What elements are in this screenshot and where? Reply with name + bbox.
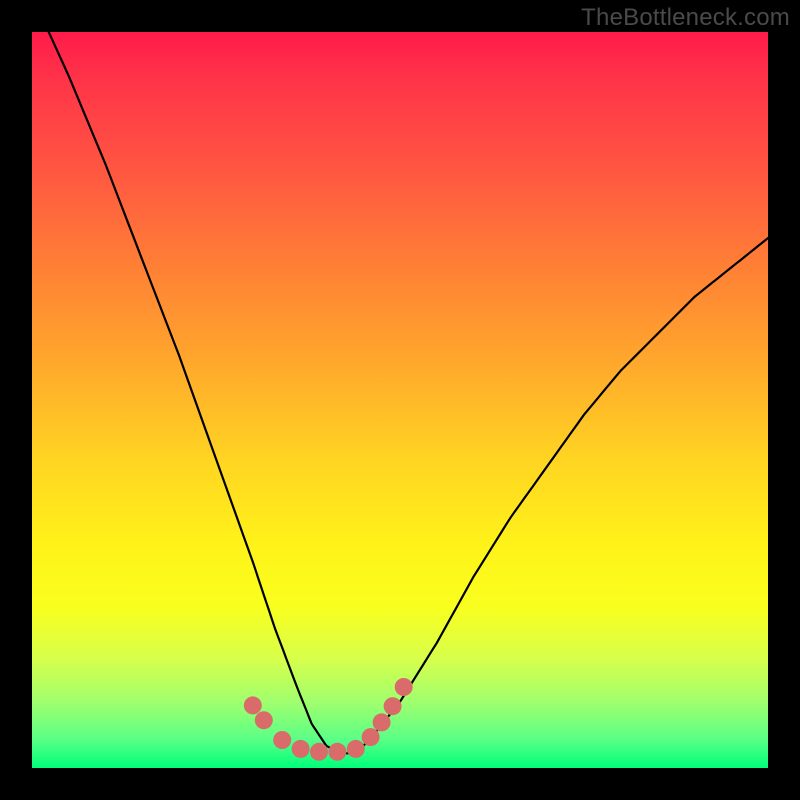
highlight-dot [362,728,380,746]
chart-frame: TheBottleneck.com [0,0,800,800]
highlight-dot [255,711,273,729]
highlight-dot [395,678,413,696]
highlight-dot [373,713,391,731]
watermark-text: TheBottleneck.com [581,4,790,32]
plot-area [32,32,768,768]
bottleneck-curve [32,32,768,753]
highlight-dot [328,743,346,761]
highlight-dot [292,740,310,758]
highlight-dot [244,696,262,714]
curve-layer [32,32,768,768]
highlight-dot [273,731,291,749]
highlight-dot [310,743,328,761]
highlight-dot [384,697,402,715]
highlight-dot [347,740,365,758]
